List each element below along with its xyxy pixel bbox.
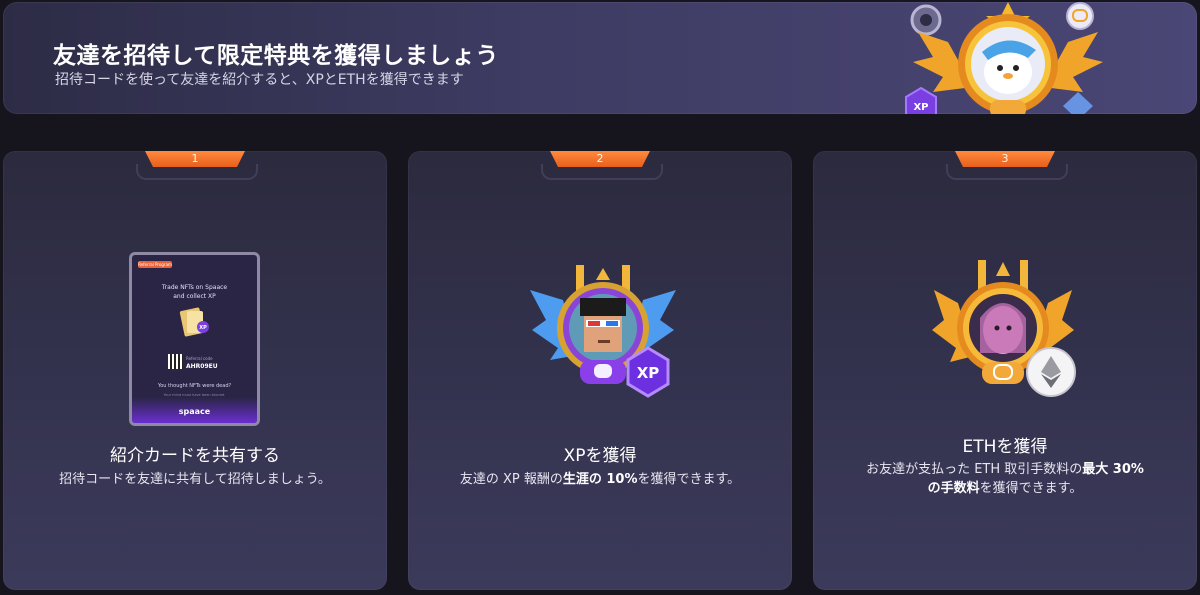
step-3-desc-line2-bold: の手数料 — [927, 481, 980, 496]
step-2-description: 友達の XP 報酬の生涯の 10%を獲得できます。 — [408, 470, 792, 489]
referral-card-headline-2: and collect XP — [173, 293, 216, 300]
banner-subtitle: 招待コードを使って友達を紹介すると、XPとETHを獲得できます — [55, 72, 464, 88]
referral-banner: 友達を招待して限定特典を獲得しましょう 招待コードを使って友達を紹介すると、XP… — [3, 2, 1197, 114]
referral-card-xp: XP — [199, 325, 207, 331]
spaace-logo: spaace — [178, 407, 211, 416]
referral-card-headline-1: Trade NFTs on Spaace — [161, 284, 228, 291]
step-3-desc-line1-bold: 最大 30% — [1082, 462, 1144, 477]
eth-medal-illustration — [932, 260, 1076, 397]
step-2-desc-bold: 生涯の 10% — [562, 472, 638, 487]
step-2-desc-pre: 友達の XP 報酬の — [459, 472, 563, 487]
step-3-description: お友達が支払った ETH 取引手数料の最大 30% の手数料を獲得できます。 — [813, 460, 1197, 498]
qr-code — [168, 354, 183, 369]
step-3-desc-line2-post: を獲得できます。 — [979, 481, 1083, 496]
step-1-title: 紹介カードを共有する — [110, 446, 280, 466]
xp-medal-illustration: XP — [530, 265, 676, 398]
step-1-description: 招待コードを友達に共有して招待しましょう。 — [59, 472, 331, 487]
step-3-desc-line1-pre: お友達が支払った ETH 取引手数料の — [866, 462, 1083, 477]
step-2-title: XPを獲得 — [563, 446, 637, 466]
xp-hex-label: XP — [637, 364, 660, 382]
step-2-number: 2 — [550, 151, 650, 167]
referral-card-badge: Referral Program — [138, 261, 172, 268]
referral-code-label: Referral code — [186, 356, 213, 361]
step-2-desc-post: を獲得できます。 — [637, 472, 741, 487]
step-3-title: ETHを獲得 — [962, 437, 1048, 457]
referral-card-headline: Trade NFTs on Spaace and collect XP — [132, 283, 257, 301]
banner-title: 友達を招待して限定特典を獲得しましょう — [53, 43, 499, 69]
step-1-number: 1 — [145, 151, 245, 167]
banner-medal-illustration: XP — [905, 2, 1103, 114]
step-3-number: 3 — [955, 151, 1055, 167]
gold-card-icon: XP — [179, 307, 209, 337]
xp-badge-label: XP — [913, 102, 928, 113]
referral-code: AHR09EU — [186, 363, 218, 370]
referral-card-preview: Referral Program Trade NFTs on Spaace an… — [129, 252, 260, 426]
referral-card-tagline: You thought NFTs were dead? — [157, 383, 232, 389]
